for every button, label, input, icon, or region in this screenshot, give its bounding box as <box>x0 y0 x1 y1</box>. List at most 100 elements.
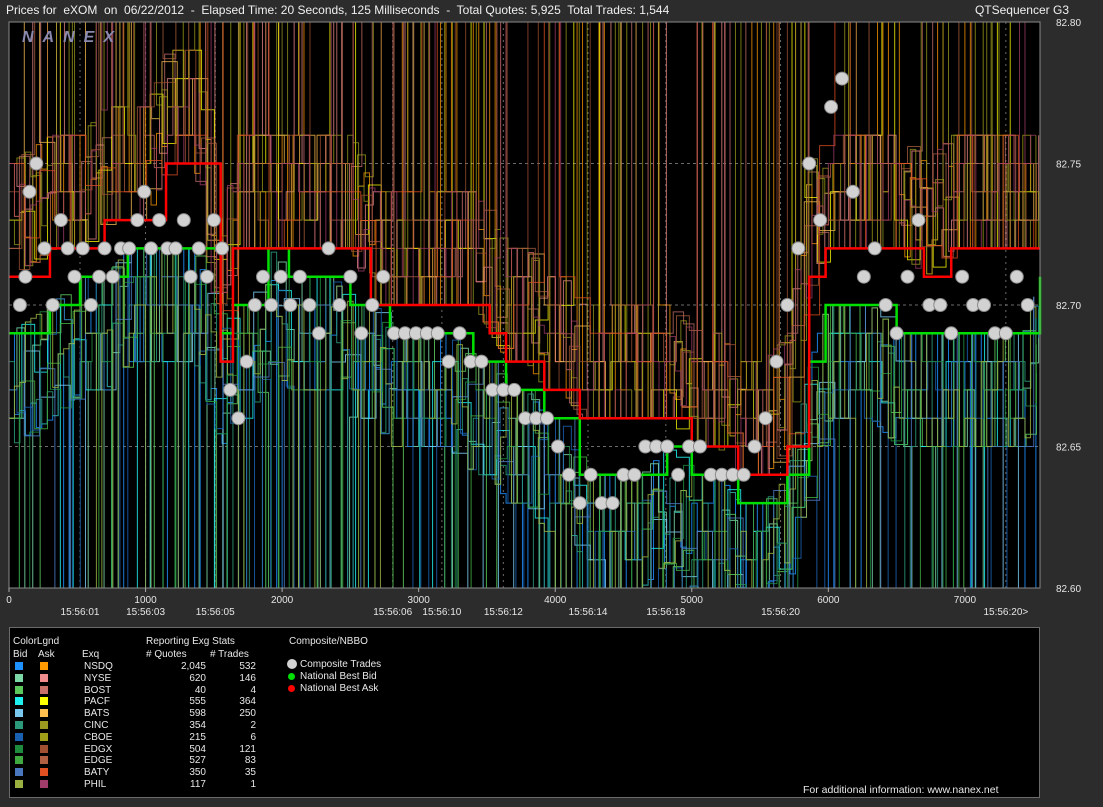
exchange-name: BATS <box>84 708 110 720</box>
composite-trade-point <box>561 467 576 482</box>
composite-trade-point <box>1009 269 1024 284</box>
composite-trade-point <box>92 269 107 284</box>
exchange-name: BATY <box>84 767 110 779</box>
time-label: 15:56:06 <box>373 607 412 618</box>
composite-trade-point <box>343 269 358 284</box>
composite-trade-point <box>791 241 806 256</box>
quote-count: 350 <box>189 767 206 779</box>
composite-trade-point <box>878 298 893 312</box>
time-label: 15:56:12 <box>484 607 523 618</box>
composite-trade-point <box>1020 298 1035 312</box>
trade-count: 146 <box>239 672 256 684</box>
exchange-row-baty: BATY 350 35 <box>10 767 310 778</box>
trades-header: # Trades <box>210 649 249 660</box>
ask-color-swatch <box>40 697 48 706</box>
exchange-header: Exq <box>82 649 100 660</box>
composite-trade-point <box>18 269 33 284</box>
time-label: 15:56:20> <box>983 607 1028 618</box>
composite-trade-point <box>824 99 839 114</box>
marker-swatch <box>288 673 295 680</box>
exchange-name: CINC <box>84 720 109 731</box>
composite-trade-point <box>176 213 191 228</box>
x-tick-label: 2000 <box>271 595 294 606</box>
exchange-name: PACF <box>84 696 110 708</box>
footer-info: For additional information: www.nanex.ne… <box>803 784 999 796</box>
x-tick-label: 7000 <box>954 595 977 606</box>
composite-trade-point <box>206 213 221 228</box>
bid-color-swatch <box>15 780 23 788</box>
composite-trade-point <box>223 382 238 397</box>
exchange-row-bost: BOST 40 4 <box>10 685 310 696</box>
composite-trade-point <box>627 467 642 482</box>
composite-trade-point <box>540 411 555 426</box>
composite-trade-point <box>944 326 959 341</box>
composite-trade-point <box>572 496 587 511</box>
composite-trade-point <box>67 269 82 284</box>
composite-trade-point <box>889 326 904 341</box>
composite-trade-point <box>845 184 860 199</box>
exchange-row-nsdq: NSDQ 2,045 532 <box>10 661 310 672</box>
composite-trade-point <box>955 269 970 284</box>
composite-trade-point <box>130 213 145 228</box>
trade-count: 1 <box>250 779 256 790</box>
bid-color-swatch <box>15 732 23 741</box>
composite-trade-point <box>29 156 44 171</box>
composite-trade-point <box>105 269 120 284</box>
composite-trade-point <box>200 269 215 284</box>
quote-count: 598 <box>189 708 206 720</box>
composite-trade-point <box>605 496 620 511</box>
composite-trade-point <box>292 269 307 284</box>
composite-trade-point <box>452 326 467 341</box>
composite-trade-point <box>834 71 849 86</box>
composite-trade-point <box>660 439 675 454</box>
ask-header: Ask <box>38 649 55 660</box>
y-tick-label: 82.80 <box>1056 18 1081 29</box>
trade-count: 250 <box>239 708 256 720</box>
bid-color-swatch <box>15 709 23 718</box>
x-tick-label: 3000 <box>408 595 431 606</box>
composite-trade-point <box>83 298 98 312</box>
ask-color-swatch <box>40 685 48 694</box>
x-tick-label: 5000 <box>681 595 704 606</box>
bid-color-swatch <box>15 697 23 706</box>
composite-trade-point <box>152 213 167 228</box>
composite-trade-point <box>474 354 489 369</box>
price-chart: 82.80 82.75 82.70 82.65 82.60 0 1000 2000 3000 40… <box>6 18 1081 618</box>
composite-trade-point <box>747 439 762 454</box>
composite-trade-point <box>769 354 784 369</box>
x-tick-label: 1000 <box>134 595 157 606</box>
composite-trade-point <box>813 213 828 228</box>
trade-count: 83 <box>244 755 256 767</box>
trade-count: 4 <box>250 684 256 696</box>
color-legend-title: ColorLgnd <box>13 636 60 647</box>
ask-color-swatch <box>40 709 48 718</box>
composite-trade-point <box>900 269 915 284</box>
time-label: 15:56:01 <box>61 607 100 618</box>
y-tick-label: 82.75 <box>1056 160 1081 171</box>
legend-panel: ColorLgnd Bid Ask Exq Reporting Exg Stat… <box>9 627 1040 798</box>
y-tick-label: 82.60 <box>1056 584 1081 595</box>
quote-count: 527 <box>189 755 206 767</box>
composite-trade-point <box>321 241 336 256</box>
ask-color-swatch <box>40 673 48 682</box>
y-tick-label: 82.70 <box>1056 301 1081 312</box>
time-label: 15:56:10 <box>422 607 461 618</box>
ask-color-swatch <box>40 732 48 741</box>
composite-trade-point <box>12 298 27 312</box>
exchange-name: BOST <box>84 684 112 696</box>
exchange-name: PHIL <box>84 779 107 790</box>
composite-trade-point <box>780 298 795 312</box>
marker-label: National Best Bid <box>300 671 377 682</box>
exchange-name: NYSE <box>84 672 112 684</box>
composite-trade-point <box>273 269 288 284</box>
trade-count: 121 <box>239 743 256 755</box>
trade-count: 532 <box>239 661 256 672</box>
composite-trade-point <box>53 213 68 228</box>
composite-trade-point <box>736 467 751 482</box>
composite-trade-point <box>354 326 369 341</box>
composite-trade-point <box>507 382 522 397</box>
composite-title: Composite/NBBO <box>289 636 368 647</box>
composite-trade-point <box>376 269 391 284</box>
quote-count: 40 <box>194 684 206 696</box>
composite-trade-point <box>583 467 598 482</box>
